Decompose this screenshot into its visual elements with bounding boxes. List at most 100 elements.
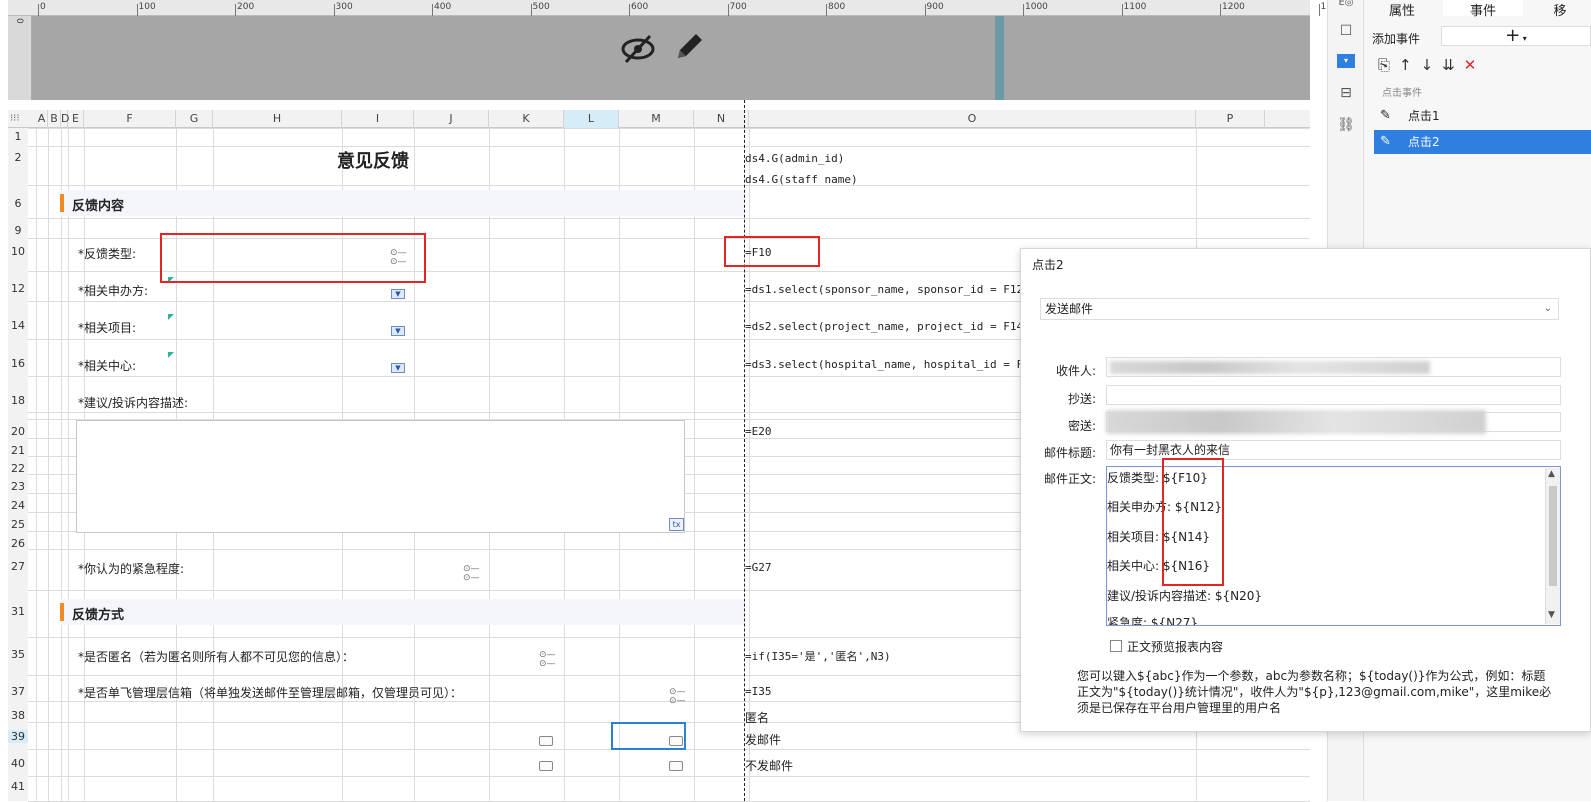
- row-header-39[interactable]: 39: [8, 730, 28, 743]
- row-header-27[interactable]: 27: [8, 560, 28, 573]
- preview-checkbox[interactable]: [1110, 640, 1122, 652]
- row-header-31[interactable]: 31: [8, 605, 28, 618]
- suggestion-textarea[interactable]: [76, 420, 685, 533]
- row-header-38[interactable]: 38: [8, 709, 28, 722]
- selected-cell-L39[interactable]: [611, 722, 686, 750]
- ruler-tick: [1023, 4, 1024, 16]
- add-event-button[interactable]: + ▾: [1441, 26, 1591, 46]
- subject-field[interactable]: 你有一封黑衣人的来信: [1106, 440, 1561, 460]
- delete-icon[interactable]: ✕: [1464, 56, 1486, 74]
- dropdown-sponsor[interactable]: ▼: [391, 289, 405, 299]
- eye-off-icon[interactable]: [620, 34, 656, 67]
- row-header-1[interactable]: 1: [8, 130, 28, 143]
- row-header-24[interactable]: 24: [8, 499, 28, 512]
- button-widget[interactable]: [669, 761, 683, 771]
- column-header-F[interactable]: F: [84, 110, 176, 128]
- frame-icon[interactable]: ☐: [1337, 22, 1355, 40]
- select-all-icon[interactable]: ⁝⁝⁝: [10, 113, 20, 124]
- arrow-up-icon[interactable]: ↑: [1399, 56, 1421, 74]
- link-icon[interactable]: ⛓: [1337, 116, 1355, 134]
- grid-hline: [28, 776, 1310, 777]
- event-toolbar: ⎘↑↓⇊✕: [1378, 56, 1485, 74]
- copy-icon[interactable]: ⎘: [1378, 56, 1399, 74]
- ruler-tick: [924, 4, 926, 16]
- row-header-12[interactable]: 12: [8, 282, 28, 295]
- dropdown-widget-icon[interactable]: ▾: [1337, 54, 1355, 68]
- column-header-H[interactable]: H: [213, 110, 342, 128]
- cell-N39: 发邮件: [745, 733, 782, 747]
- column-header-G[interactable]: G: [176, 110, 213, 128]
- column-header-M[interactable]: M: [619, 110, 694, 128]
- scroll-up-icon[interactable]: ▲: [1548, 469, 1555, 479]
- add-event-label: 添加事件: [1372, 32, 1421, 46]
- column-header-L[interactable]: L: [564, 110, 619, 128]
- row-header-16[interactable]: 16: [8, 357, 28, 370]
- button-widget[interactable]: [539, 736, 553, 746]
- row-header-6[interactable]: 6: [8, 197, 28, 210]
- row-header-40[interactable]: 40: [8, 757, 28, 770]
- dropdown-center[interactable]: ▼: [391, 363, 405, 373]
- tab-properties[interactable]: 属性: [1372, 0, 1432, 19]
- row-header-26[interactable]: 26: [8, 537, 28, 550]
- column-header-N[interactable]: N: [694, 110, 749, 128]
- ruler-label: 300: [335, 2, 353, 12]
- grid-hline: [28, 185, 1310, 186]
- row-header-22[interactable]: 22: [8, 462, 28, 475]
- ruler-tick: [1121, 4, 1123, 16]
- button-widget[interactable]: [539, 761, 553, 771]
- label-feedback-type: *反馈类型:: [78, 247, 137, 261]
- dropdown-project[interactable]: ▼: [391, 326, 405, 336]
- preview-label: 正文预览报表内容: [1127, 640, 1224, 654]
- cell-N2-line1: ds4.G(admin_id): [745, 152, 845, 165]
- ruler-tick: [1220, 4, 1221, 16]
- column-header-E[interactable]: E: [68, 110, 84, 128]
- body-scrollbar[interactable]: ▲ ▼: [1545, 468, 1560, 624]
- event-item-active[interactable]: ✎ 点击2: [1374, 130, 1591, 154]
- ruler-label: 700: [729, 2, 747, 12]
- grid-hline: [28, 128, 1310, 129]
- scroll-down-icon[interactable]: ▼: [1548, 610, 1555, 620]
- radio-group-urgency[interactable]: ⊙— ⊙—: [463, 565, 480, 583]
- scrollbar-thumb[interactable]: [1549, 486, 1557, 586]
- band-splitter[interactable]: [995, 16, 1004, 100]
- eo-icon[interactable]: E◎: [1337, 0, 1355, 12]
- row-header-9[interactable]: 9: [8, 224, 28, 237]
- column-header-K[interactable]: K: [489, 110, 564, 128]
- tab-events[interactable]: 事件: [1443, 0, 1523, 19]
- column-header-I[interactable]: I: [342, 110, 414, 128]
- row-header-18[interactable]: 18: [8, 394, 28, 407]
- row-header-23[interactable]: 23: [8, 480, 28, 493]
- help-note: 您可以键入${abc}作为一个参数，abc为参数名称；${today()}作为公…: [1077, 669, 1552, 715]
- row-header-10[interactable]: 10: [8, 245, 28, 258]
- section-title: 反馈方式: [72, 608, 125, 623]
- layout-icon[interactable]: ⊟: [1337, 84, 1355, 102]
- arrow-down-icon[interactable]: ↓: [1421, 56, 1443, 74]
- row-header-2[interactable]: 2: [8, 151, 28, 164]
- tab-more[interactable]: 移: [1540, 0, 1580, 19]
- pencil-icon[interactable]: [672, 30, 706, 67]
- radio-group-manager[interactable]: ⊙— ⊙—: [669, 688, 686, 706]
- column-header-D[interactable]: D: [61, 110, 69, 128]
- column-header-J[interactable]: J: [414, 110, 489, 128]
- row-header-37[interactable]: 37: [8, 685, 28, 698]
- column-header: ABDEFGHIJKLMNOP: [8, 110, 1310, 128]
- row-header-20[interactable]: 20: [8, 425, 28, 438]
- row-header-41[interactable]: 41: [8, 780, 28, 793]
- page-break-line: [744, 100, 745, 801]
- column-header-B[interactable]: B: [48, 110, 61, 128]
- action-select[interactable]: 发送邮件 ⌄: [1040, 298, 1559, 320]
- cell-N37: =I35: [745, 685, 772, 698]
- body-line: 紧急度: ${N27}: [1107, 616, 1199, 625]
- move-bottom-icon[interactable]: ⇊: [1442, 56, 1464, 74]
- row-header: 1 2 6 9 10 12 14 16 18 20 21 22 23 24 25 26 27 31 35 37 38 39…: [8, 128, 28, 801]
- row-header-25[interactable]: 25: [8, 518, 28, 531]
- event-item[interactable]: ✎ 点击1: [1374, 104, 1591, 128]
- row-header-14[interactable]: 14: [8, 319, 28, 332]
- cc-field[interactable]: [1106, 385, 1561, 405]
- column-header-A[interactable]: A: [36, 110, 48, 128]
- row-header-35[interactable]: 35: [8, 648, 28, 661]
- column-header-O[interactable]: O: [749, 110, 1196, 128]
- row-header-21[interactable]: 21: [8, 444, 28, 457]
- radio-group-anonymous[interactable]: ⊙— ⊙—: [539, 651, 556, 669]
- column-header-P[interactable]: P: [1196, 110, 1265, 128]
